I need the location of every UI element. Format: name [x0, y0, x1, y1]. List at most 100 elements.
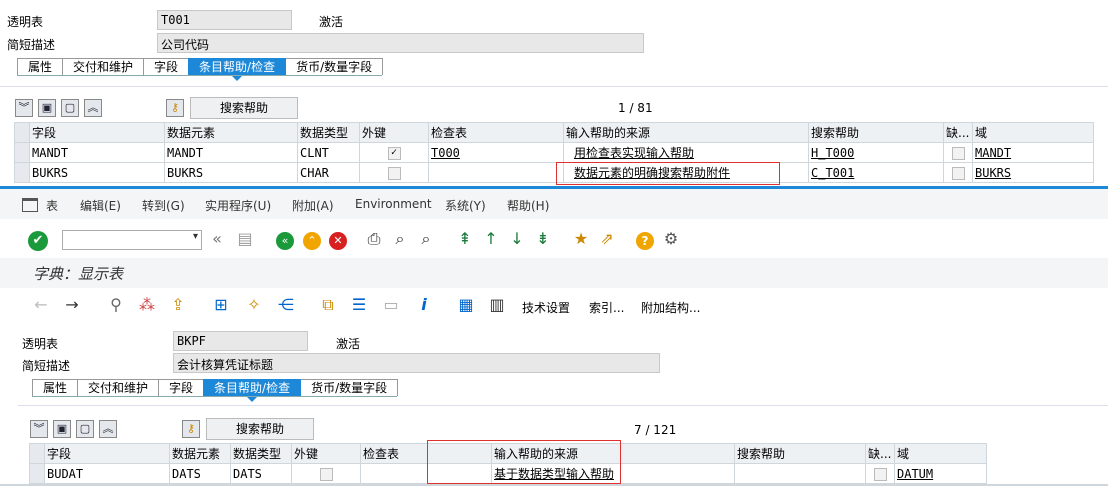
table-name-field[interactable]: BKPF [173, 331, 308, 351]
table-row[interactable]: MANDT MANDT CLNT ✓ T000 用检查表实现输入帮助 H_T00… [14, 142, 1094, 163]
object-list-icon[interactable]: ⧉ [318, 296, 338, 316]
arrow-right-icon[interactable]: → [62, 296, 82, 316]
cell-domain[interactable]: BUKRS [972, 162, 1094, 183]
find-icon[interactable]: ⌕ [390, 230, 410, 250]
check-object-icon[interactable]: ⇪ [168, 296, 188, 316]
menu-environment[interactable]: Environment [355, 197, 432, 211]
cell-domain[interactable]: MANDT [972, 142, 1094, 163]
tab-attributes[interactable]: 属性 [32, 379, 79, 396]
col-search-help: 搜索帮助 [734, 443, 866, 464]
foreign-key-checkbox[interactable] [319, 467, 333, 481]
find-next-icon[interactable]: ⌕ [416, 230, 436, 250]
shortcut-icon[interactable]: ⇗ [597, 230, 617, 250]
gear-icon[interactable]: ⚙ [661, 230, 681, 250]
table-name-field[interactable]: T001 [157, 10, 292, 30]
table-row[interactable]: BUKRS BUKRS CHAR 数据元素的明确搜索帮助附件 C_T001 BU… [14, 162, 1094, 183]
cell-field: MANDT [29, 142, 165, 163]
cell-check-table[interactable]: T000 [428, 142, 564, 163]
first-page-icon[interactable]: ⇞ [455, 230, 475, 250]
display-change-icon[interactable]: ⚲ [106, 296, 126, 316]
hierarchy-icon[interactable]: ⋲ [276, 296, 296, 316]
graphic-icon[interactable]: ▦ [456, 296, 476, 316]
row-selector-header[interactable] [14, 122, 30, 143]
short-desc-field[interactable]: 会计核算凭证标题 [173, 353, 660, 373]
activate-icon[interactable]: ✧ [244, 296, 264, 316]
print-icon[interactable]: ⎙ [364, 230, 384, 250]
short-desc-field[interactable]: 公司代码 [157, 33, 644, 53]
page-title: 字典：显示表 [33, 265, 124, 283]
cancel-icon[interactable]: ✕ [329, 232, 347, 250]
layout-icon[interactable]: ☰ [349, 296, 369, 316]
tab-entry-help[interactable]: 条目帮助/检查 [188, 58, 287, 81]
foreign-key-checkbox[interactable]: ✓ [387, 146, 401, 160]
tab-fields[interactable]: 字段 [158, 379, 205, 396]
table-type-label: 透明表 [22, 337, 59, 351]
expand-all-icon[interactable]: ︽ [99, 420, 117, 438]
collapse-all-icon[interactable]: ︾ [15, 99, 33, 117]
cell-help-source[interactable]: 用检查表实现输入帮助 [563, 142, 809, 163]
indexes-button[interactable]: 索引... [589, 299, 624, 316]
default-checkbox[interactable] [951, 166, 965, 180]
row-selector[interactable] [29, 463, 45, 484]
cell-field: BUDAT [44, 463, 170, 484]
exit-icon[interactable]: ⌃ [303, 232, 321, 250]
select-all-icon[interactable]: ▣ [38, 99, 56, 117]
info-icon[interactable]: i [414, 296, 434, 316]
pager: 1 / 81 [618, 101, 653, 115]
enter-icon[interactable]: ✔ [28, 231, 48, 251]
deselect-all-icon[interactable]: ▢ [61, 99, 79, 117]
menu-system[interactable]: 系统(Y) [445, 197, 486, 214]
divider [0, 86, 1108, 87]
active-inactive-icon[interactable]: ⁂ [137, 296, 157, 316]
tab-delivery[interactable]: 交付和维护 [62, 58, 145, 75]
menu-edit[interactable]: 编辑(E) [80, 197, 121, 214]
last-page-icon[interactable]: ⇟ [533, 230, 553, 250]
search-help-button[interactable]: 搜索帮助 [190, 97, 298, 119]
cell-search-help[interactable]: H_T000 [808, 142, 944, 163]
default-checkbox[interactable] [951, 146, 965, 160]
arrow-left-icon[interactable]: ← [31, 296, 51, 316]
row-selector-header[interactable] [29, 443, 45, 464]
row-selector[interactable] [14, 162, 30, 183]
tab-entry-help[interactable]: 条目帮助/检查 [203, 379, 302, 402]
cell-domain[interactable]: DATUM [894, 463, 987, 484]
menu-help[interactable]: 帮助(H) [507, 197, 549, 214]
menu-extras[interactable]: 附加(A) [292, 197, 334, 214]
key-icon[interactable]: ⚷ [166, 99, 184, 117]
create-session-icon[interactable]: ★ [571, 230, 591, 250]
help-icon[interactable]: ? [636, 232, 654, 250]
select-all-icon[interactable]: ▣ [53, 420, 71, 438]
command-field[interactable]: ▾ [62, 230, 202, 250]
next-page-icon[interactable]: ↓ [507, 230, 527, 250]
deselect-all-icon[interactable]: ▢ [76, 420, 94, 438]
previous-page-icon[interactable]: ↑ [481, 230, 501, 250]
foreign-key-checkbox[interactable] [387, 166, 401, 180]
default-checkbox[interactable] [873, 467, 887, 481]
contents-icon[interactable]: ▥ [487, 296, 507, 316]
tab-fields[interactable]: 字段 [143, 58, 190, 75]
append-structure-button[interactable]: 附加结构... [641, 299, 700, 316]
tech-settings-button[interactable]: 技术设置 [522, 299, 570, 316]
document-icon[interactable]: ▭ [381, 296, 401, 316]
menu-icon[interactable] [22, 198, 38, 212]
key-icon[interactable]: ⚷ [182, 420, 200, 438]
where-used-icon[interactable]: ⊞ [211, 296, 231, 316]
col-field: 字段 [29, 122, 165, 143]
row-selector[interactable] [14, 142, 30, 163]
collapse-all-icon[interactable]: ︾ [30, 420, 48, 438]
tab-delivery[interactable]: 交付和维护 [77, 379, 160, 396]
col-element: 数据元素 [169, 443, 231, 464]
cell-check-table[interactable] [428, 162, 564, 183]
cell-search-help[interactable]: C_T001 [808, 162, 944, 183]
menu-utilities[interactable]: 实用程序(U) [205, 197, 271, 214]
double-chevron-left-icon: « [212, 229, 222, 248]
col-element: 数据元素 [164, 122, 298, 143]
menu-goto[interactable]: 转到(G) [142, 197, 185, 214]
search-help-button[interactable]: 搜索帮助 [206, 418, 314, 440]
tab-currency[interactable]: 货币/数量字段 [300, 379, 399, 396]
expand-all-icon[interactable]: ︽ [84, 99, 102, 117]
back-icon[interactable]: « [276, 232, 294, 250]
tab-attributes[interactable]: 属性 [17, 58, 64, 75]
tab-currency[interactable]: 货币/数量字段 [285, 58, 384, 75]
menu-table[interactable]: 表 [46, 197, 58, 214]
